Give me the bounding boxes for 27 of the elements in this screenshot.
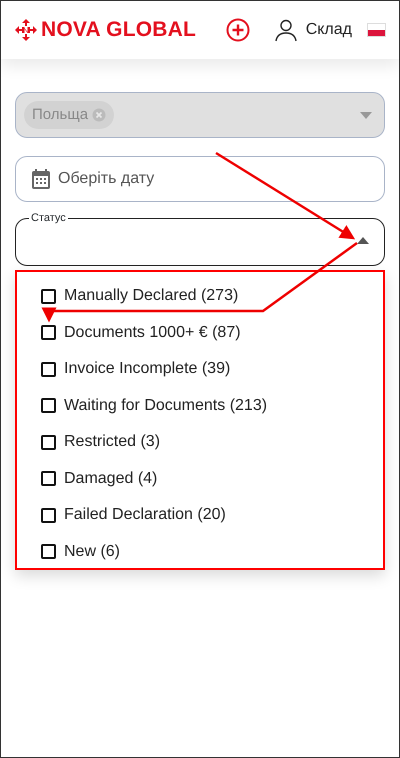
option-label[interactable]: Documents 1000+ € (87) xyxy=(64,320,241,345)
checkbox[interactable] xyxy=(41,508,56,523)
checkbox[interactable] xyxy=(41,471,56,486)
option-label[interactable]: Damaged (4) xyxy=(64,466,158,491)
flag-icon[interactable] xyxy=(368,24,385,36)
calendar-icon xyxy=(32,169,50,189)
checkbox[interactable] xyxy=(41,362,56,377)
checkbox[interactable] xyxy=(41,544,56,560)
checkbox[interactable] xyxy=(41,325,56,340)
option-label[interactable]: Restricted (3) xyxy=(64,430,160,454)
user-icon[interactable] xyxy=(274,18,298,42)
checkbox[interactable] xyxy=(41,434,56,450)
user-label[interactable]: Склад xyxy=(306,18,352,42)
logo-text: NOVA GLOBAL xyxy=(41,17,196,44)
checkbox[interactable] xyxy=(41,398,56,414)
logo-icon xyxy=(15,19,37,41)
option-label[interactable]: New (6) xyxy=(64,540,120,564)
option-label[interactable]: Invoice Incomplete (39) xyxy=(64,357,230,382)
date-placeholder: Оберіть дату xyxy=(58,169,154,189)
option-label[interactable]: Failed Declaration (20) xyxy=(64,503,226,528)
option-label[interactable]: Manually Declared (273) xyxy=(64,284,238,308)
date-field[interactable]: Оберіть дату xyxy=(15,156,385,202)
status-label: Статус xyxy=(29,211,68,225)
add-button[interactable] xyxy=(226,18,250,42)
option-label[interactable]: Waiting for Documents (213) xyxy=(64,394,268,418)
caret-icon[interactable] xyxy=(357,237,369,244)
checkbox[interactable] xyxy=(41,288,56,304)
